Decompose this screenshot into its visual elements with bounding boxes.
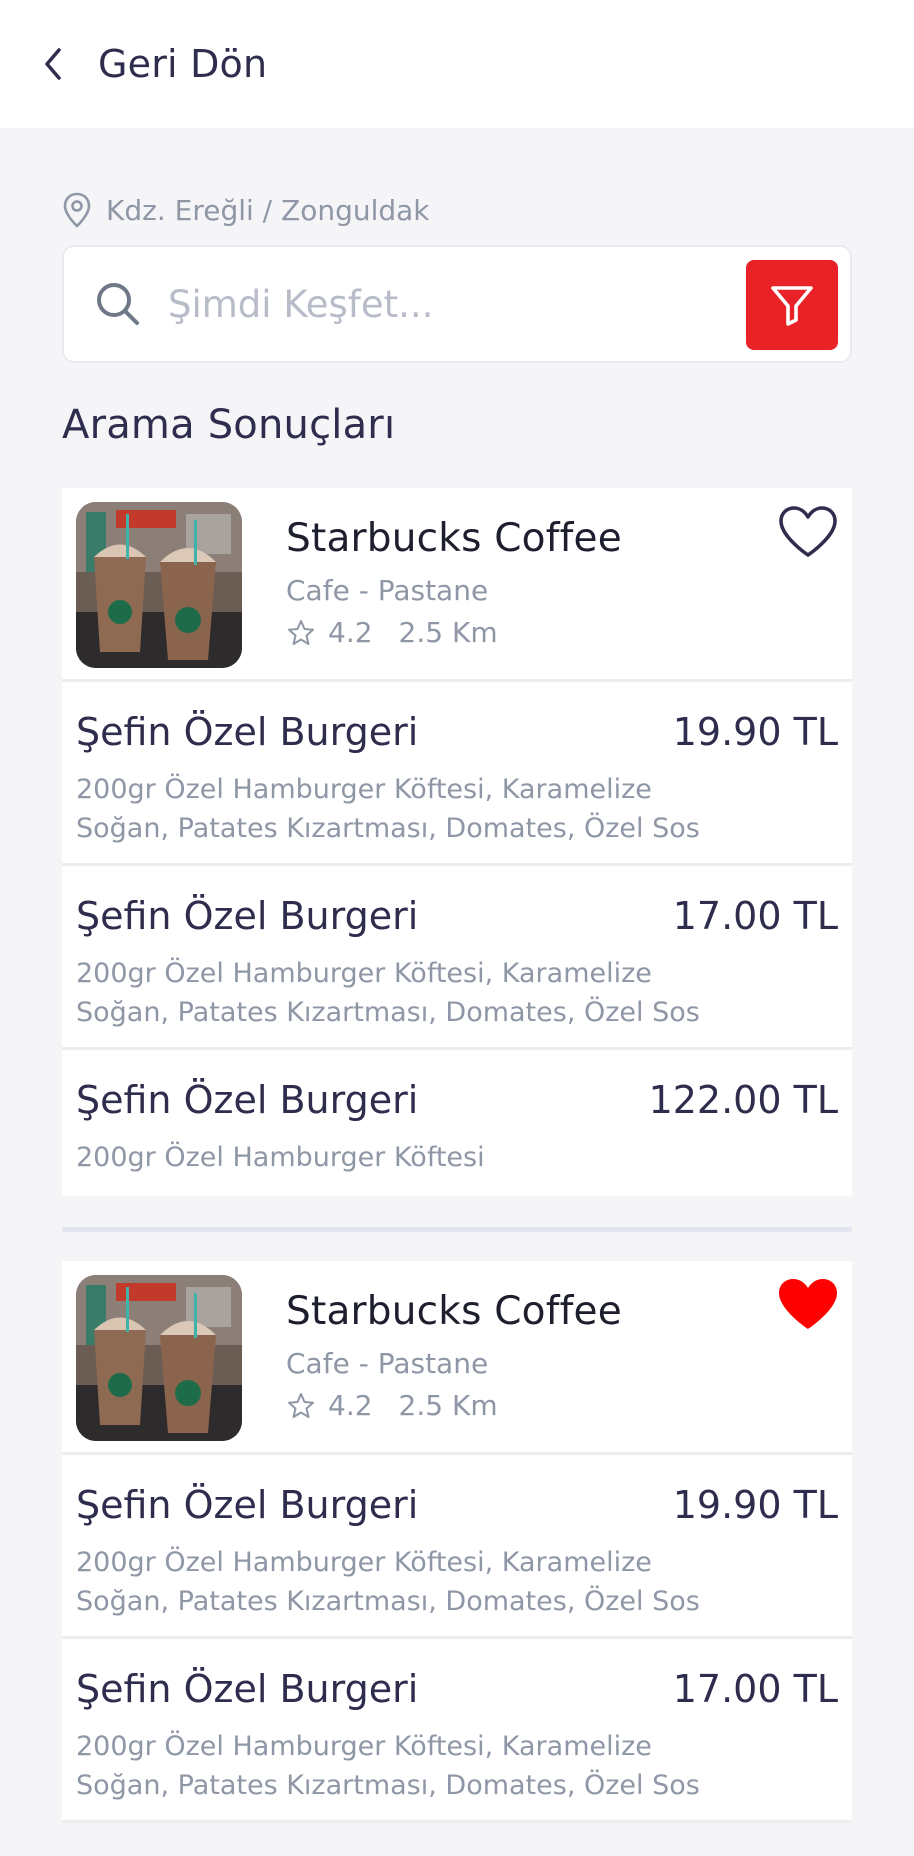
item-description-line: 200gr Özel Hamburger Köftesi, Karamelize bbox=[76, 958, 652, 989]
back-button[interactable]: Geri Dön bbox=[42, 42, 267, 86]
shop-category: Cafe - Pastane bbox=[286, 574, 489, 607]
item-description-line: Soğan, Patates Kızartması, Domates, Özel… bbox=[76, 1770, 700, 1801]
shop-category: Cafe - Pastane bbox=[286, 1347, 489, 1380]
shop-card[interactable]: Starbucks Coffee Cafe - Pastane 4.2 2.5 … bbox=[62, 488, 852, 682]
item-description-line: 200gr Özel Hamburger Köftesi, Karamelize bbox=[76, 774, 652, 805]
search-icon bbox=[94, 280, 142, 328]
heart-filled-icon bbox=[777, 1278, 839, 1332]
results-title: Arama Sonuçları bbox=[62, 402, 396, 448]
item-description-line: 200gr Özel Hamburger Köftesi, Karamelize bbox=[76, 1731, 652, 1762]
item-description-line: 200gr Özel Hamburger Köftesi, Karamelize bbox=[76, 1547, 652, 1578]
heart-outline-icon bbox=[777, 505, 839, 559]
menu-item[interactable]: Şefin Özel Burgeri 17.00 TL 200gr Özel H… bbox=[62, 866, 852, 1050]
item-description: 200gr Özel Hamburger Köftesi, Karamelize… bbox=[76, 954, 716, 1032]
item-name: Şefin Özel Burgeri bbox=[76, 1667, 419, 1711]
menu-item[interactable]: Şefin Özel Burgeri 19.90 TL 200gr Özel H… bbox=[62, 682, 852, 866]
item-price: 19.90 TL bbox=[672, 1483, 838, 1527]
item-description: 200gr Özel Hamburger Köftesi, Karamelize… bbox=[76, 770, 716, 848]
menu-item[interactable]: Şefin Özel Burgeri 122.00 TL 200gr Özel … bbox=[62, 1050, 852, 1196]
result-group: Starbucks Coffee Cafe - Pastane 4.2 2.5 … bbox=[62, 1261, 852, 1823]
menu-item[interactable]: Şefin Özel Burgeri 19.90 TL 200gr Özel H… bbox=[62, 1455, 852, 1639]
item-description-line: 200gr Özel Hamburger Köftesi bbox=[76, 1142, 485, 1173]
item-price: 17.00 TL bbox=[672, 894, 838, 938]
shop-distance: 2.5 Km bbox=[398, 1389, 498, 1422]
item-name: Şefin Özel Burgeri bbox=[76, 710, 419, 754]
search-input[interactable] bbox=[168, 282, 708, 326]
item-description: 200gr Özel Hamburger Köftesi bbox=[76, 1138, 716, 1177]
item-price: 17.00 TL bbox=[672, 1667, 838, 1711]
shop-image bbox=[76, 502, 242, 668]
back-label: Geri Dön bbox=[98, 42, 268, 86]
location-label: Kdz. Ereğli / Zonguldak bbox=[106, 193, 430, 227]
shop-rating: 4.2 bbox=[328, 1389, 373, 1422]
item-name: Şefin Özel Burgeri bbox=[76, 1483, 419, 1527]
item-price: 19.90 TL bbox=[672, 710, 838, 754]
shop-name: Starbucks Coffee bbox=[286, 1289, 622, 1334]
favorite-button[interactable] bbox=[776, 1277, 840, 1333]
filter-icon bbox=[769, 282, 815, 328]
shop-name: Starbucks Coffee bbox=[286, 516, 622, 561]
map-pin-icon bbox=[62, 192, 92, 228]
item-description: 200gr Özel Hamburger Köftesi, Karamelize… bbox=[76, 1543, 716, 1621]
location-display[interactable]: Kdz. Ereğli / Zonguldak bbox=[62, 192, 430, 228]
shop-card[interactable]: Starbucks Coffee Cafe - Pastane 4.2 2.5 … bbox=[62, 1261, 852, 1455]
shop-meta: 4.2 2.5 Km bbox=[286, 616, 498, 649]
item-description-line: Soğan, Patates Kızartması, Domates, Özel… bbox=[76, 1586, 700, 1617]
top-bar: Geri Dön bbox=[0, 0, 914, 128]
search-bar bbox=[62, 245, 852, 363]
item-description: 200gr Özel Hamburger Köftesi, Karamelize… bbox=[76, 1727, 716, 1805]
item-description-line: Soğan, Patates Kızartması, Domates, Özel… bbox=[76, 813, 700, 844]
star-outline-icon bbox=[286, 1391, 316, 1421]
item-name: Şefin Özel Burgeri bbox=[76, 894, 419, 938]
item-price: 122.00 TL bbox=[648, 1078, 838, 1122]
item-name: Şefin Özel Burgeri bbox=[76, 1078, 419, 1122]
shop-distance: 2.5 Km bbox=[398, 616, 498, 649]
chevron-left-icon bbox=[42, 44, 72, 84]
menu-item[interactable]: Şefin Özel Burgeri 17.00 TL 200gr Özel H… bbox=[62, 1639, 852, 1823]
shop-image bbox=[76, 1275, 242, 1441]
favorite-button[interactable] bbox=[776, 504, 840, 560]
shop-meta: 4.2 2.5 Km bbox=[286, 1389, 498, 1422]
item-description-line: Soğan, Patates Kızartması, Domates, Özel… bbox=[76, 997, 700, 1028]
group-divider bbox=[62, 1227, 852, 1232]
result-group: Starbucks Coffee Cafe - Pastane 4.2 2.5 … bbox=[62, 488, 852, 1196]
shop-rating: 4.2 bbox=[328, 616, 373, 649]
star-outline-icon bbox=[286, 618, 316, 648]
filter-button[interactable] bbox=[746, 260, 838, 350]
